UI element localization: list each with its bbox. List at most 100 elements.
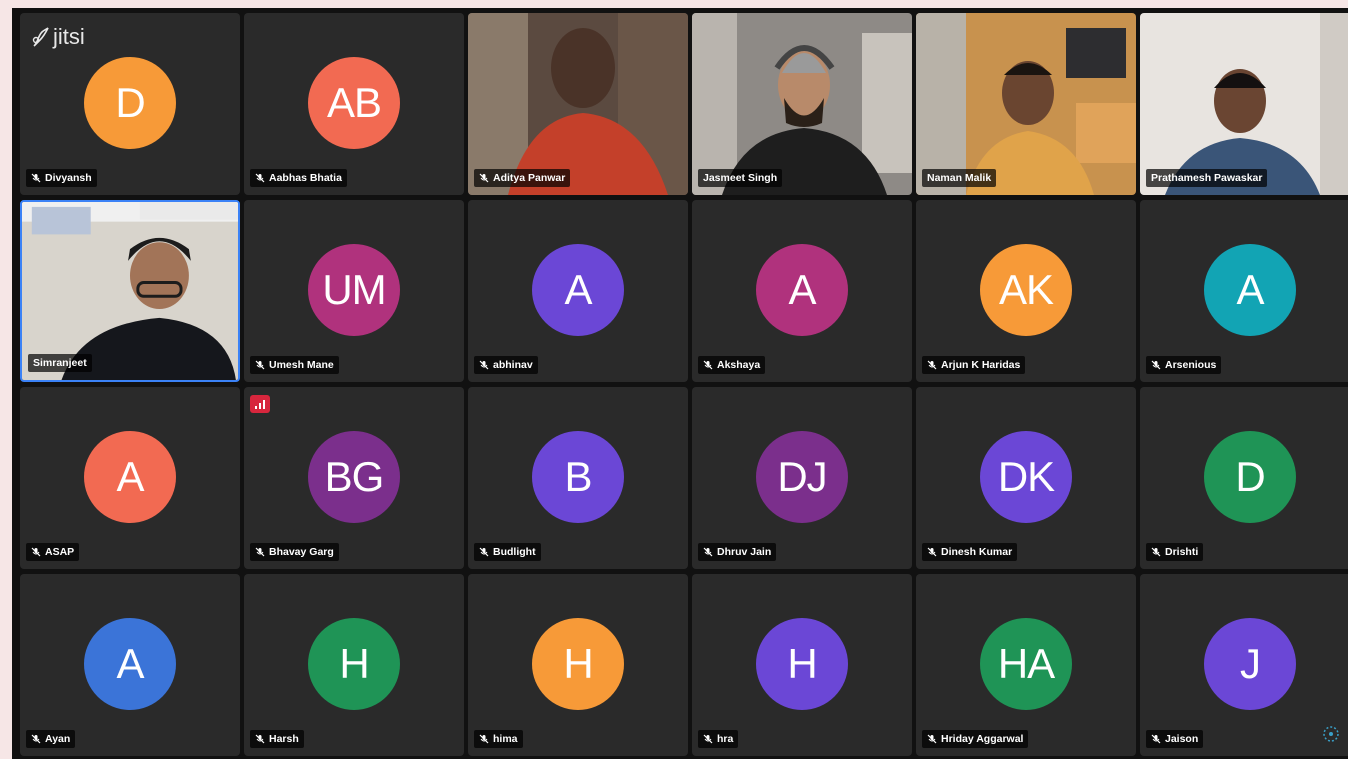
participant-video-tile[interactable]: Prathamesh Pawaskar (1140, 13, 1348, 195)
avatar: AK (980, 244, 1072, 336)
participant-name: Simranjeet (33, 357, 87, 369)
avatar: B (532, 431, 624, 523)
name-label: Drishti (1146, 543, 1204, 561)
avatar: A (756, 244, 848, 336)
mic-muted-icon (479, 547, 489, 557)
participant-tile[interactable]: A abhinav (468, 200, 688, 382)
participant-video-tile[interactable]: Jasmeet Singh (692, 13, 912, 195)
participant-tile[interactable]: J Jaison (1140, 574, 1348, 756)
name-label: Harsh (250, 730, 304, 748)
participant-name: Budlight (493, 546, 536, 558)
participant-tile[interactable]: AK Arjun K Haridas (916, 200, 1136, 382)
name-label: Arsenious (1146, 356, 1222, 374)
participant-name: Naman Malik (927, 172, 992, 184)
participant-tile[interactable]: H hra (692, 574, 912, 756)
video-feed (916, 13, 1136, 195)
watermark-icon (1323, 726, 1339, 742)
name-label: Umesh Mane (250, 356, 339, 374)
participant-name: Umesh Mane (269, 359, 334, 371)
avatar: D (84, 57, 176, 149)
participant-video-tile[interactable]: Naman Malik (916, 13, 1136, 195)
participant-video-tile-active-speaker[interactable]: Simranjeet (20, 200, 240, 382)
mic-muted-icon (1151, 734, 1161, 744)
participant-tile[interactable]: H Harsh (244, 574, 464, 756)
participant-name: Arsenious (1165, 359, 1217, 371)
participant-tile[interactable]: AB Aabhas Bhatia (244, 13, 464, 195)
participant-tile[interactable]: A Arsenious (1140, 200, 1348, 382)
participant-tile[interactable]: A Ayan (20, 574, 240, 756)
mic-muted-icon (479, 173, 489, 183)
avatar: A (1204, 244, 1296, 336)
participant-tile[interactable]: DK Dinesh Kumar (916, 387, 1136, 569)
participant-tile[interactable]: DJ Dhruv Jain (692, 387, 912, 569)
participant-name: Bhavay Garg (269, 546, 334, 558)
name-label: Budlight (474, 543, 541, 561)
participant-tile[interactable]: A ASAP (20, 387, 240, 569)
name-label: abhinav (474, 356, 538, 374)
participant-tile[interactable]: A Akshaya (692, 200, 912, 382)
meeting-stage: jitsi D Divyansh AB Aabhas Bhatia Aditya… (12, 8, 1348, 759)
name-label: Prathamesh Pawaskar (1146, 169, 1268, 187)
jitsi-logo-icon (32, 27, 49, 47)
avatar: H (308, 618, 400, 710)
name-label: Jasmeet Singh (698, 169, 783, 187)
name-label: Aditya Panwar (474, 169, 571, 187)
name-label: hima (474, 730, 523, 748)
participant-grid: D Divyansh AB Aabhas Bhatia Aditya Panwa… (20, 13, 1348, 756)
name-label: Hriday Aggarwal (922, 730, 1029, 748)
participant-name: Aditya Panwar (493, 172, 566, 184)
participant-tile[interactable]: B Budlight (468, 387, 688, 569)
video-feed (692, 13, 912, 195)
name-label: Naman Malik (922, 169, 997, 187)
name-label: Dinesh Kumar (922, 543, 1018, 561)
name-label: Simranjeet (28, 354, 92, 372)
mic-muted-icon (255, 547, 265, 557)
mic-muted-icon (1151, 360, 1161, 370)
avatar: H (532, 618, 624, 710)
participant-tile[interactable]: BG Bhavay Garg (244, 387, 464, 569)
video-feed (1140, 13, 1348, 195)
participant-name: Drishti (1165, 546, 1199, 558)
participant-name: Divyansh (45, 172, 92, 184)
mic-muted-icon (703, 547, 713, 557)
participant-name: hra (717, 733, 734, 745)
mic-muted-icon (255, 734, 265, 744)
avatar: UM (308, 244, 400, 336)
name-label: Dhruv Jain (698, 543, 777, 561)
video-feed (468, 13, 688, 195)
name-label: ASAP (26, 543, 80, 561)
jitsi-logo: jitsi (30, 24, 85, 50)
name-label: Arjun K Haridas (922, 356, 1026, 374)
avatar: D (1204, 431, 1296, 523)
mic-muted-icon (703, 734, 713, 744)
participant-name: Harsh (269, 733, 299, 745)
participant-name: Jasmeet Singh (703, 172, 778, 184)
participant-name: Arjun K Haridas (941, 359, 1021, 371)
mic-muted-icon (479, 734, 489, 744)
participant-name: Hriday Aggarwal (941, 733, 1024, 745)
avatar: H (756, 618, 848, 710)
participant-name: Jaison (1165, 733, 1199, 745)
name-label: Aabhas Bhatia (250, 169, 347, 187)
participant-tile[interactable]: D Drishti (1140, 387, 1348, 569)
avatar: HA (980, 618, 1072, 710)
participant-name: ASAP (45, 546, 75, 558)
mic-muted-icon (31, 734, 41, 744)
participant-tile[interactable]: UM Umesh Mane (244, 200, 464, 382)
participant-video-tile[interactable]: Aditya Panwar (468, 13, 688, 195)
name-label: Ayan (26, 730, 76, 748)
avatar: DK (980, 431, 1072, 523)
avatar: AB (308, 57, 400, 149)
mic-muted-icon (31, 547, 41, 557)
participant-name: Dhruv Jain (717, 546, 772, 558)
participant-tile[interactable]: H hima (468, 574, 688, 756)
participant-name: abhinav (493, 359, 533, 371)
avatar: A (532, 244, 624, 336)
participant-name: Akshaya (717, 359, 761, 371)
connection-status-icon[interactable] (250, 395, 270, 413)
participant-name: Ayan (45, 733, 71, 745)
mic-muted-icon (31, 173, 41, 183)
participant-tile[interactable]: HA Hriday Aggarwal (916, 574, 1136, 756)
avatar: J (1204, 618, 1296, 710)
avatar: BG (308, 431, 400, 523)
